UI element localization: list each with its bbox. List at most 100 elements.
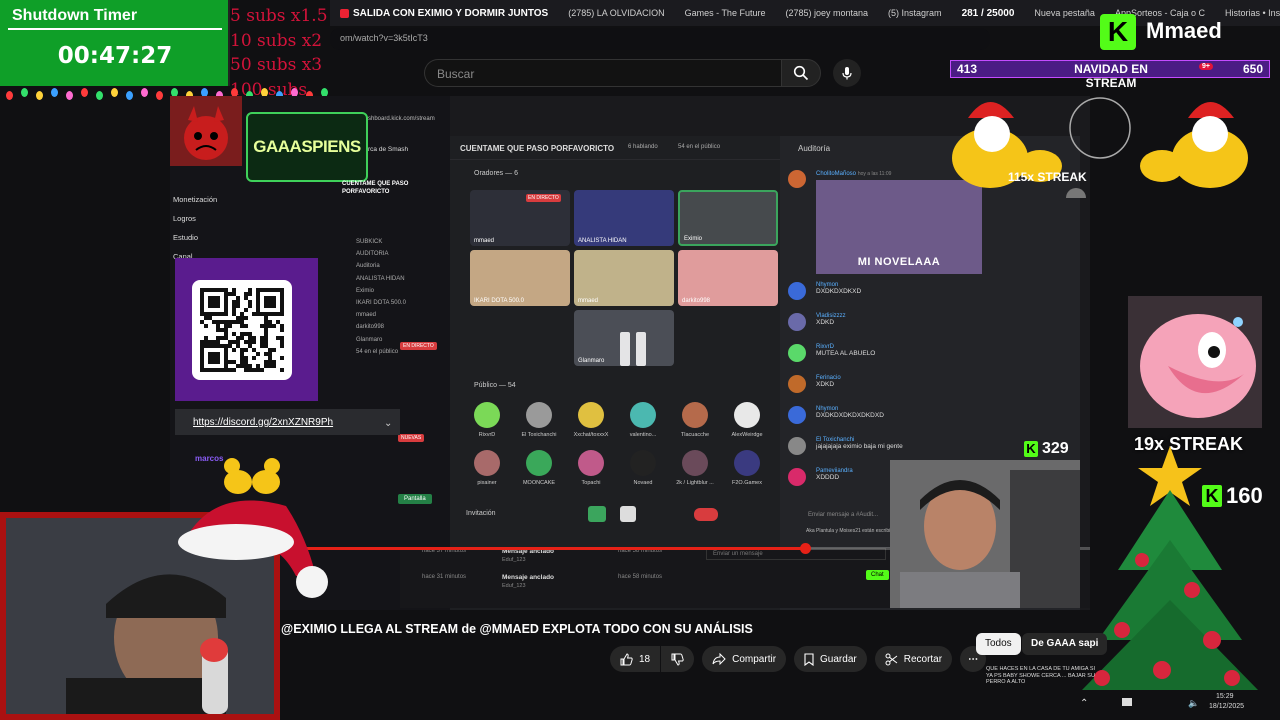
tab-5[interactable]: (5) Instagram <box>878 0 952 26</box>
volume-icon[interactable]: 🔈 <box>1188 698 1199 709</box>
audience-avatar[interactable] <box>630 402 656 428</box>
url-bar[interactable]: om/watch?v=3k5tIcT3 <box>330 28 990 50</box>
channel-item[interactable]: ANALISTA HIDAN <box>356 273 406 285</box>
light-bulb <box>66 91 73 100</box>
live-badge: EN DIRECTO <box>400 342 437 350</box>
channel-item[interactable]: IKARI DOTA 500.0 <box>356 297 406 309</box>
tab-6[interactable]: Nueva pestaña <box>1024 0 1105 26</box>
speaker-tile[interactable]: darkito998 <box>678 250 778 306</box>
avatar <box>788 406 806 424</box>
audience-avatar[interactable] <box>682 450 708 476</box>
qr-code-icon <box>200 288 284 372</box>
audience-name: 2k / Lightblur ... <box>676 480 714 486</box>
light-bulb <box>156 91 163 100</box>
tab-2[interactable]: (2785) LA OLVIDACION <box>558 0 674 26</box>
channel-item[interactable]: AUDITORIA <box>356 248 406 260</box>
hangup-icon[interactable] <box>694 508 718 521</box>
progress-knob[interactable] <box>799 543 811 554</box>
suggestion-text: QUE HACES EN LA CASA DE TU AMIGA SI YA P… <box>986 666 1096 685</box>
subs-tier: 50 subs x3 <box>230 55 323 75</box>
like-button[interactable]: 18 <box>610 646 661 672</box>
dislike-button[interactable] <box>661 646 695 672</box>
timer-divider <box>8 28 222 30</box>
search-input[interactable]: Buscar <box>424 59 782 87</box>
audience-avatar[interactable] <box>630 450 656 476</box>
tab-counter: 281 / 25000 <box>961 7 1015 19</box>
chevron-down-icon[interactable]: ⌄ <box>384 418 392 429</box>
menu-monetizacion[interactable]: Monetización <box>173 190 217 209</box>
light-bulb <box>126 91 133 100</box>
mini-chat-button[interactable]: Chat <box>866 570 889 580</box>
subs-tier: 5 subs x1.5 <box>230 6 328 26</box>
pause-icon[interactable] <box>620 332 650 366</box>
speaker-tile[interactable]: mmaed EN DIRECTO <box>470 190 570 246</box>
audience-name: Novaed <box>633 480 653 486</box>
channel-item[interactable]: SUBKICK <box>356 236 406 248</box>
audience-avatar[interactable] <box>682 402 708 428</box>
channel-item[interactable]: Glanmaro <box>356 334 406 346</box>
channel-item[interactable]: Eximio <box>356 285 406 297</box>
tab-1[interactable]: SALIDA CON EXIMIO Y DORMIR JUNTOS <box>330 0 558 26</box>
audience-avatar[interactable] <box>526 450 552 476</box>
audience-avatar[interactable] <box>474 450 500 476</box>
avatar <box>788 313 806 331</box>
pink-bird-emote <box>1128 296 1262 428</box>
chip-all[interactable]: Todos <box>976 633 1021 655</box>
audience-avatar[interactable] <box>526 402 552 428</box>
save-button[interactable]: Guardar <box>794 646 867 672</box>
screen-share-icon[interactable] <box>588 506 606 522</box>
chat-text: DXDKDXDKDXDKDXD <box>816 412 884 419</box>
gaaaspiens-logo: GAAASPIENS <box>246 112 368 182</box>
kick-url: shboard.kick.com/stream <box>368 116 435 122</box>
kick-logo-icon: K <box>1100 14 1136 50</box>
discord-invite-link[interactable]: https://discord.gg/2xnXZNR9Ph <box>193 417 333 428</box>
voice-search-button[interactable] <box>833 59 861 87</box>
search-button[interactable] <box>781 59 821 87</box>
chip-gaaa[interactable]: De GAAA sapi <box>1022 633 1108 655</box>
tab-4[interactable]: (2785) joey montana <box>775 0 878 26</box>
audience-avatar[interactable] <box>734 402 760 428</box>
channel-item[interactable]: darkito998 <box>356 321 406 333</box>
menu-logros[interactable]: Logros <box>173 209 217 228</box>
channel-item[interactable]: mmaed <box>356 309 406 321</box>
tab-8[interactable]: Historias • Insta <box>1215 0 1280 26</box>
speaker-tile[interactable]: ANALISTA HIDAN <box>574 190 674 246</box>
audience-avatar[interactable] <box>474 402 500 428</box>
share-icon <box>712 653 726 665</box>
avatar <box>788 468 806 486</box>
avatar <box>788 344 806 362</box>
share-button[interactable]: Compartir <box>702 646 787 672</box>
guest-illustration <box>890 460 1080 608</box>
chat-text: DXDKDXDKXD <box>816 288 862 295</box>
channel-item[interactable]: 54 en el público <box>356 346 406 358</box>
audience-avatar[interactable] <box>734 450 760 476</box>
channel-item[interactable]: Auditoria <box>356 260 406 272</box>
avatar <box>788 437 806 455</box>
avatar <box>788 170 806 188</box>
chevron-up-icon[interactable]: ⌃ <box>1080 698 1088 709</box>
wifi-icon[interactable] <box>1122 698 1132 706</box>
speaker-tile-active[interactable]: Eximio <box>678 190 778 246</box>
light-bulb <box>6 91 13 100</box>
chat-text: MUTEA AL ABUELO <box>816 350 876 357</box>
chat-message: Vladisizzzz XDKD <box>816 313 846 326</box>
chat-input[interactable]: Enviar mensaje a #Audit... <box>808 512 878 518</box>
speaker-tile[interactable]: mmaed <box>574 250 674 306</box>
menu-estudio[interactable]: Estudio <box>173 228 217 247</box>
audience-avatar[interactable] <box>578 402 604 428</box>
clip-button[interactable]: Recortar <box>874 646 953 672</box>
audience-name: MOONCAKE <box>522 480 556 486</box>
music-icon[interactable] <box>620 506 636 522</box>
chat-text: jajajajaja eximio baja mi gente <box>816 443 903 450</box>
audience-avatar[interactable] <box>578 450 604 476</box>
chat-message: CholitoMañoso hoy a las 11:09 <box>816 171 892 177</box>
screen-share-button[interactable]: Pantalla <box>398 494 432 504</box>
guest-webcam <box>890 460 1080 608</box>
stage-channel-title[interactable]: CUENTAME QUE PASO PORFAVORICTO <box>342 180 432 196</box>
avatar <box>788 375 806 393</box>
pink-bird-icon <box>1128 296 1262 428</box>
speaker-tile[interactable]: IKARI DOTA 500.0 <box>470 250 570 306</box>
light-bulb <box>51 88 58 97</box>
invite-button[interactable]: Invitación <box>466 510 496 517</box>
tab-3[interactable]: Games - The Future <box>675 0 776 26</box>
